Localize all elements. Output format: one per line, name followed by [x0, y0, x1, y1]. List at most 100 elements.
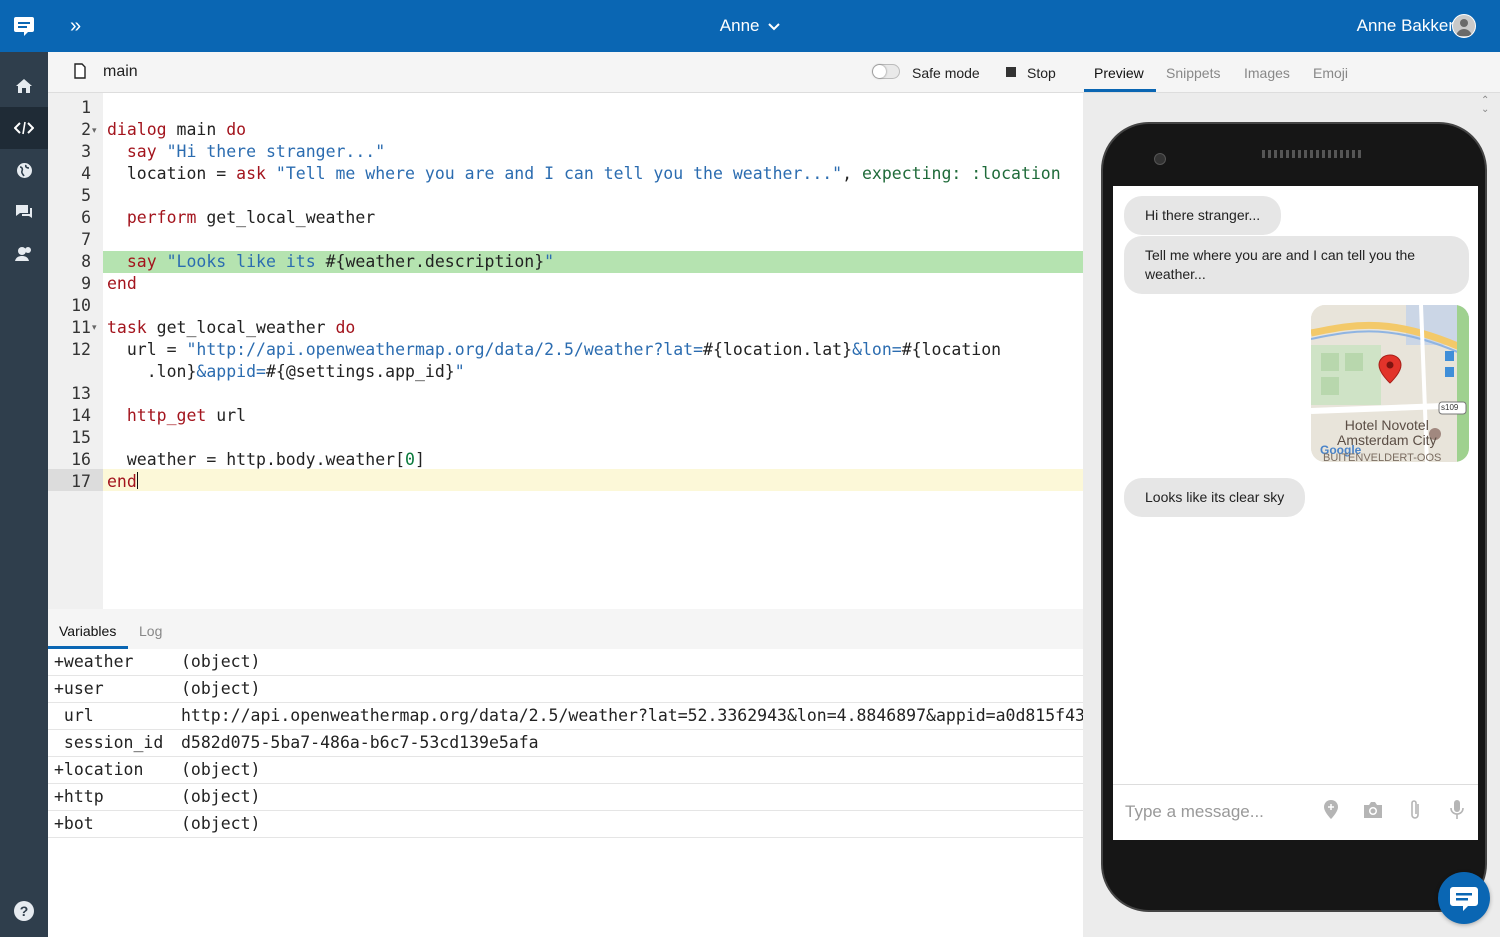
- current-line-highlight: [103, 469, 1083, 491]
- line-number: 17: [71, 472, 91, 491]
- safe-mode-label: Safe mode: [912, 65, 980, 81]
- line-number: 7: [81, 230, 91, 249]
- location-pin-icon[interactable]: [1323, 798, 1339, 822]
- table-row[interactable]: +http (object): [48, 784, 1083, 811]
- tab-snippets[interactable]: Snippets: [1166, 63, 1220, 83]
- sidebar-item-users[interactable]: [0, 233, 48, 275]
- line-number: 8: [81, 252, 91, 271]
- variable-value: (object): [181, 652, 261, 671]
- code-line: url = "http://api.openweathermap.org/dat…: [107, 340, 1002, 359]
- variable-name: +location: [54, 760, 144, 779]
- code-line: location = ask "Tell me where you are an…: [107, 164, 1061, 183]
- fold-arrow-icon[interactable]: ▾: [92, 125, 97, 136]
- line-number: 14: [71, 406, 91, 425]
- variable-name: +bot: [54, 814, 94, 833]
- help-button[interactable]: ?: [0, 890, 48, 932]
- right-panel-tabs: [1083, 52, 1500, 93]
- table-row[interactable]: +weather (object): [48, 649, 1083, 676]
- variable-name: session_id: [54, 733, 164, 752]
- tab-log[interactable]: Log: [139, 621, 162, 641]
- chat-bubble-logo-icon: [14, 17, 34, 36]
- phone-speaker: [1262, 150, 1362, 158]
- line-number: 10: [71, 296, 91, 315]
- sidebar-item-home[interactable]: [0, 65, 48, 107]
- variable-name: +user: [54, 679, 104, 698]
- active-tab-indicator: [1084, 89, 1156, 92]
- map-street-label: BUITENVELDERT-OOS: [1323, 452, 1442, 463]
- paperclip-icon[interactable]: [1407, 798, 1423, 822]
- avatar[interactable]: [1452, 14, 1476, 38]
- file-icon: [74, 63, 86, 79]
- microphone-icon[interactable]: [1450, 798, 1464, 822]
- variable-value: (object): [181, 679, 261, 698]
- tab-images[interactable]: Images: [1244, 63, 1290, 83]
- variable-value: (object): [181, 814, 261, 833]
- chat-bubble-bot: Hi there stranger...: [1124, 196, 1282, 235]
- tab-preview[interactable]: Preview: [1094, 63, 1144, 83]
- chevron-down-icon: [768, 22, 780, 30]
- camera-icon[interactable]: [1362, 801, 1384, 819]
- stop-icon[interactable]: [1006, 67, 1016, 77]
- variable-value: (object): [181, 760, 261, 779]
- chat-bubble-bot: Tell me where you are and I can tell you…: [1124, 236, 1469, 294]
- chat-bubble-icon: [1450, 887, 1478, 911]
- line-number: 9: [81, 274, 91, 293]
- text-caret: [137, 472, 138, 489]
- line-number: 5: [81, 186, 91, 205]
- table-row[interactable]: +bot (object): [48, 811, 1083, 838]
- message-input[interactable]: Type a message...: [1125, 801, 1264, 823]
- variable-name: +weather: [54, 652, 134, 671]
- conversations-icon: [16, 205, 32, 218]
- map-hotel-line1: Hotel Novotel: [1344, 417, 1429, 433]
- code-line: say "Looks like its #{weather.descriptio…: [126, 252, 555, 271]
- sidebar-item-conversations[interactable]: [0, 191, 48, 233]
- table-row[interactable]: +user (object): [48, 676, 1083, 703]
- map-image[interactable]: Hotel Novotel Amsterdam City s109 Google…: [1311, 305, 1469, 462]
- sidebar-item-globe[interactable]: [0, 149, 48, 191]
- line-number: 2: [81, 120, 91, 139]
- code-line: end: [107, 472, 137, 491]
- users-icon: [15, 247, 31, 261]
- bottom-panel-tabs: [48, 609, 1083, 650]
- line-number: 11: [71, 318, 91, 337]
- code-line: perform get_local_weather: [126, 208, 376, 227]
- map-road-badge: s109: [1441, 403, 1459, 412]
- code-icon: [14, 121, 34, 135]
- double-chevron-right-icon: »: [70, 15, 82, 37]
- code-line: say "Hi there stranger...": [126, 142, 386, 161]
- code-line: task get_local_weather do: [107, 318, 356, 337]
- line-number: 13: [71, 384, 91, 403]
- stop-button[interactable]: Stop: [1027, 63, 1056, 83]
- toggle-knob: [873, 65, 886, 78]
- code-line: end: [107, 274, 137, 293]
- variable-name: +http: [54, 787, 104, 806]
- help-icon: ?: [14, 901, 34, 921]
- tab-emoji[interactable]: Emoji: [1313, 63, 1348, 83]
- user-name[interactable]: Anne Bakker: [1357, 14, 1454, 38]
- code-line: weather = http.body.weather[0]: [107, 450, 425, 469]
- app-logo[interactable]: [0, 0, 48, 52]
- variable-value: (object): [181, 787, 261, 806]
- chat-launcher-button[interactable]: [1438, 872, 1490, 924]
- table-row[interactable]: session_id d582d075-5ba7-486a-b6c7-53cd13…: [48, 730, 1083, 757]
- sidebar-item-code[interactable]: [0, 107, 48, 149]
- table-row[interactable]: url http://api.openweathermap.org/data/2.…: [48, 703, 1083, 730]
- line-number: 16: [71, 450, 91, 469]
- scroll-arrows-icon[interactable]: ⌃ ⌄: [1481, 96, 1489, 115]
- globe-icon: [16, 162, 32, 178]
- line-number: 4: [81, 164, 91, 183]
- line-number: 6: [81, 208, 91, 227]
- home-icon: [16, 79, 32, 93]
- svg-text:?: ?: [20, 903, 29, 919]
- file-name: main: [103, 63, 138, 80]
- line-number: 1: [81, 98, 91, 117]
- chat-bubble-bot: Looks like its clear sky: [1124, 478, 1306, 517]
- expand-sidebar-button[interactable]: »: [70, 14, 81, 38]
- bot-selector[interactable]: Anne: [640, 14, 860, 38]
- variable-value: http://api.openweathermap.org/data/2.5/w…: [181, 706, 1083, 725]
- table-row[interactable]: +location (object): [48, 757, 1083, 784]
- code-line: http_get url: [126, 406, 247, 425]
- variable-name: url: [54, 706, 94, 725]
- fold-arrow-icon[interactable]: ▾: [92, 322, 97, 333]
- tab-variables[interactable]: Variables: [59, 621, 116, 641]
